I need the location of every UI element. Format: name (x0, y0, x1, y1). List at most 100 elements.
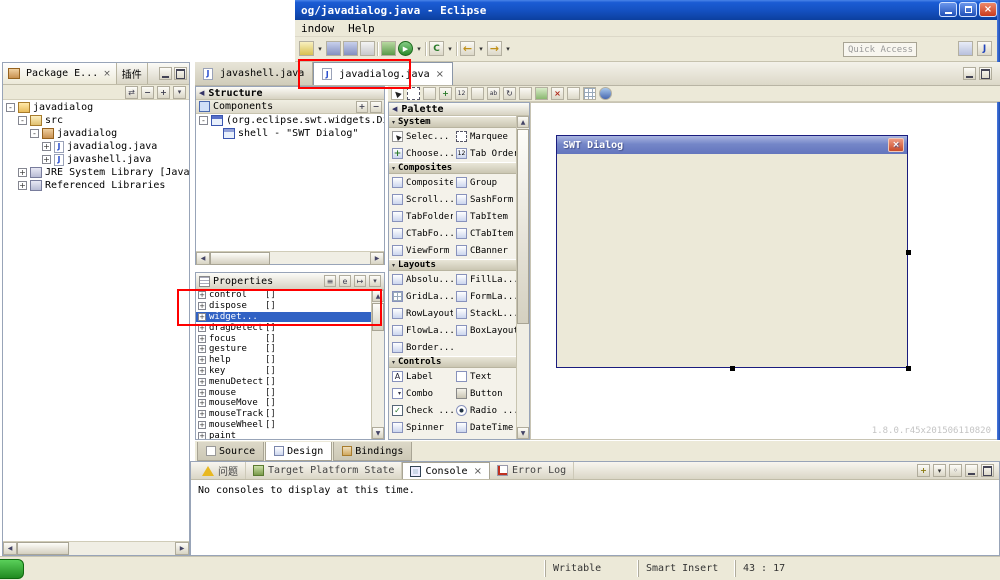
debug-icon[interactable] (381, 41, 396, 56)
dropdown-icon[interactable] (415, 41, 423, 56)
palette-section-controls[interactable]: Controls (389, 356, 517, 368)
close-icon[interactable]: × (474, 466, 482, 477)
tree-item[interactable]: src (3, 114, 189, 127)
new-wizard-icon[interactable] (299, 41, 314, 56)
palette-item[interactable]: Radio ... (453, 402, 517, 419)
property-row[interactable]: dispose [] (196, 301, 371, 312)
minimize-view-icon[interactable] (963, 67, 976, 80)
palette-item[interactable]: CTabFo... (389, 225, 453, 242)
tree-expander-icon[interactable] (42, 142, 51, 151)
tab-javashell[interactable]: javashell.java (195, 62, 314, 85)
choose-component-icon[interactable] (439, 87, 452, 100)
swt-dialog-preview[interactable]: SWT Dialog × (556, 135, 911, 371)
expand-icon[interactable] (198, 410, 206, 419)
swt-dialog-body[interactable] (557, 154, 907, 367)
quick-access-input[interactable]: Quick Access (843, 42, 917, 57)
palette-item[interactable]: SashForm (453, 191, 517, 208)
palette-item[interactable]: DateTime (453, 419, 517, 436)
palette-section-system[interactable]: System (389, 116, 517, 128)
palette-item[interactable]: Label (389, 368, 453, 385)
dropdown-icon[interactable] (316, 41, 324, 56)
separator[interactable] (423, 87, 436, 100)
tab-javadialog[interactable]: javadialog.java × (313, 62, 453, 85)
tree-item[interactable]: javadialog (3, 101, 189, 114)
separator[interactable] (456, 41, 458, 56)
expand-all-icon[interactable] (356, 100, 368, 113)
property-row[interactable]: gesture [] (196, 344, 371, 355)
select-tool-icon[interactable] (391, 87, 404, 100)
palette-item[interactable]: Combo (389, 385, 453, 402)
expand-icon[interactable] (198, 420, 206, 429)
menu-window[interactable]: indow (301, 22, 334, 35)
forward-icon[interactable] (487, 41, 502, 56)
palette-item[interactable]: Selec... (389, 128, 453, 145)
property-row[interactable]: widget... (196, 311, 371, 323)
dropdown-icon[interactable] (446, 41, 454, 56)
test-icon[interactable] (535, 87, 548, 100)
run-icon[interactable] (398, 41, 413, 56)
property-row[interactable]: help [] (196, 355, 371, 366)
palette-item[interactable]: Check ... (389, 402, 453, 419)
property-row[interactable]: key [] (196, 366, 371, 377)
palette-item[interactable]: Choose... (389, 145, 453, 162)
scroll-up-icon[interactable]: ▲ (372, 290, 384, 302)
tab-target-platform-state[interactable]: Target Platform State (246, 462, 403, 479)
java-perspective-icon[interactable] (977, 41, 992, 56)
separator[interactable] (567, 87, 580, 100)
scroll-left-icon[interactable]: ◀ (3, 542, 17, 555)
menu-help[interactable]: Help (348, 22, 375, 35)
horizontal-scrollbar[interactable]: ◀ ▶ (196, 251, 384, 265)
palette-item[interactable]: GridLa... (389, 288, 453, 305)
scroll-left-icon[interactable]: ◀ (196, 252, 210, 265)
show-events-icon[interactable] (339, 275, 351, 287)
palette-item[interactable]: BoxLayout (453, 322, 517, 339)
scroll-up-icon[interactable]: ▲ (517, 116, 529, 128)
tab-order-icon[interactable] (455, 87, 468, 100)
delete-icon[interactable] (551, 87, 564, 100)
expand-icon[interactable] (198, 334, 206, 343)
minimize-button[interactable] (939, 2, 957, 17)
separator[interactable] (377, 41, 379, 56)
property-row[interactable]: mouse [] (196, 387, 371, 398)
tree-item[interactable]: shell - "SWT Dialog" (196, 127, 384, 140)
expand-icon[interactable] (198, 312, 206, 321)
dropdown-icon[interactable] (933, 464, 946, 477)
tab-console[interactable]: Console × (402, 462, 490, 479)
palette-item[interactable]: Absolu... (389, 271, 453, 288)
minimize-view-icon[interactable] (965, 464, 978, 477)
tree-expander-icon[interactable] (18, 116, 27, 125)
resize-handle-right-center[interactable] (906, 249, 911, 255)
collapse-palette-icon[interactable] (392, 105, 397, 113)
refresh-icon[interactable] (503, 87, 516, 100)
separator[interactable] (471, 87, 484, 100)
taskbar-start-fragment[interactable] (0, 559, 24, 579)
property-row[interactable]: mouseTrack [] (196, 409, 371, 420)
tab-error-log[interactable]: Error Log (490, 462, 575, 479)
palette-item[interactable]: Spinner (389, 419, 453, 436)
property-row[interactable]: control [] (196, 290, 371, 301)
resize-handle-bottom-center[interactable] (730, 366, 735, 371)
palette-item[interactable]: FlowLa... (389, 322, 453, 339)
print-icon[interactable] (360, 41, 375, 56)
tree-item[interactable]: javadialog (3, 127, 189, 140)
link-with-editor-icon[interactable] (125, 85, 138, 99)
back-icon[interactable] (460, 41, 475, 56)
tree-expander-icon[interactable] (30, 129, 39, 138)
palette-section-composites[interactable]: Composites (389, 162, 517, 174)
collapse-structure-icon[interactable] (199, 89, 204, 97)
expand-icon[interactable] (198, 431, 206, 439)
expand-icon[interactable] (198, 291, 206, 300)
scrollbar-thumb[interactable] (517, 129, 529, 324)
palette-item[interactable]: CBanner (453, 242, 517, 259)
property-row[interactable]: mouseMove [] (196, 398, 371, 409)
property-row[interactable]: menuDetect [] (196, 376, 371, 387)
separator[interactable] (425, 41, 427, 56)
expand-icon[interactable] (198, 356, 206, 365)
tree-expander-icon[interactable] (18, 168, 27, 177)
palette-section-layouts[interactable]: Layouts (389, 259, 517, 271)
scrollbar-thumb[interactable] (17, 542, 69, 555)
palette-item[interactable]: Text (453, 368, 517, 385)
palette-item[interactable]: Marquee (453, 128, 517, 145)
close-icon[interactable]: × (436, 69, 444, 80)
palette-item[interactable]: TabFolder (389, 208, 453, 225)
